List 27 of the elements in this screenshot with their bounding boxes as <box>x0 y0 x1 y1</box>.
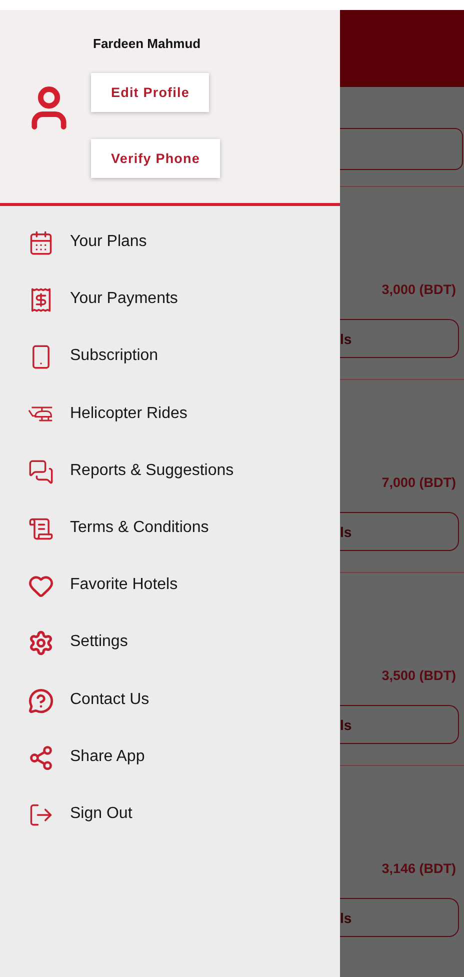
chat-bubbles-icon <box>28 458 54 485</box>
hotel-price: 3,500 (BDT) <box>382 668 456 683</box>
menu-item[interactable]: Helicopter Rides <box>70 402 188 425</box>
sign-out-icon <box>28 802 54 828</box>
menu-item[interactable]: Terms & Conditions <box>70 516 209 539</box>
menu-item[interactable]: Sign Out <box>70 802 132 825</box>
menu-item[interactable]: Reports & Suggestions <box>70 460 234 482</box>
menu-item[interactable]: Your Plans <box>70 231 147 253</box>
menu-item[interactable]: Contact Us <box>70 688 150 710</box>
profile-action-button[interactable]: Verify Phone <box>91 139 220 178</box>
document-icon <box>28 516 54 542</box>
calendar-icon <box>28 230 54 256</box>
menu-item[interactable]: Subscription <box>70 345 158 368</box>
menu-item[interactable]: Your Payments <box>70 288 178 310</box>
user-name: Fardeen Mahmud <box>93 36 201 51</box>
filter-field[interactable] <box>340 128 463 170</box>
heart-icon <box>28 573 54 600</box>
hotel-price: 3,000 (BDT) <box>382 282 456 297</box>
hotel-price: 3,146 (BDT) <box>382 861 456 876</box>
share-icon <box>28 744 54 771</box>
settings-icon <box>28 630 54 656</box>
menu-item[interactable]: Settings <box>70 631 128 654</box>
help-icon <box>28 688 54 714</box>
profile-action-button[interactable]: Edit Profile <box>91 73 210 112</box>
hotel-price: 7,000 (BDT) <box>382 475 456 490</box>
menu-item[interactable]: Share App <box>70 746 145 768</box>
menu-item[interactable]: Favorite Hotels <box>70 574 178 596</box>
